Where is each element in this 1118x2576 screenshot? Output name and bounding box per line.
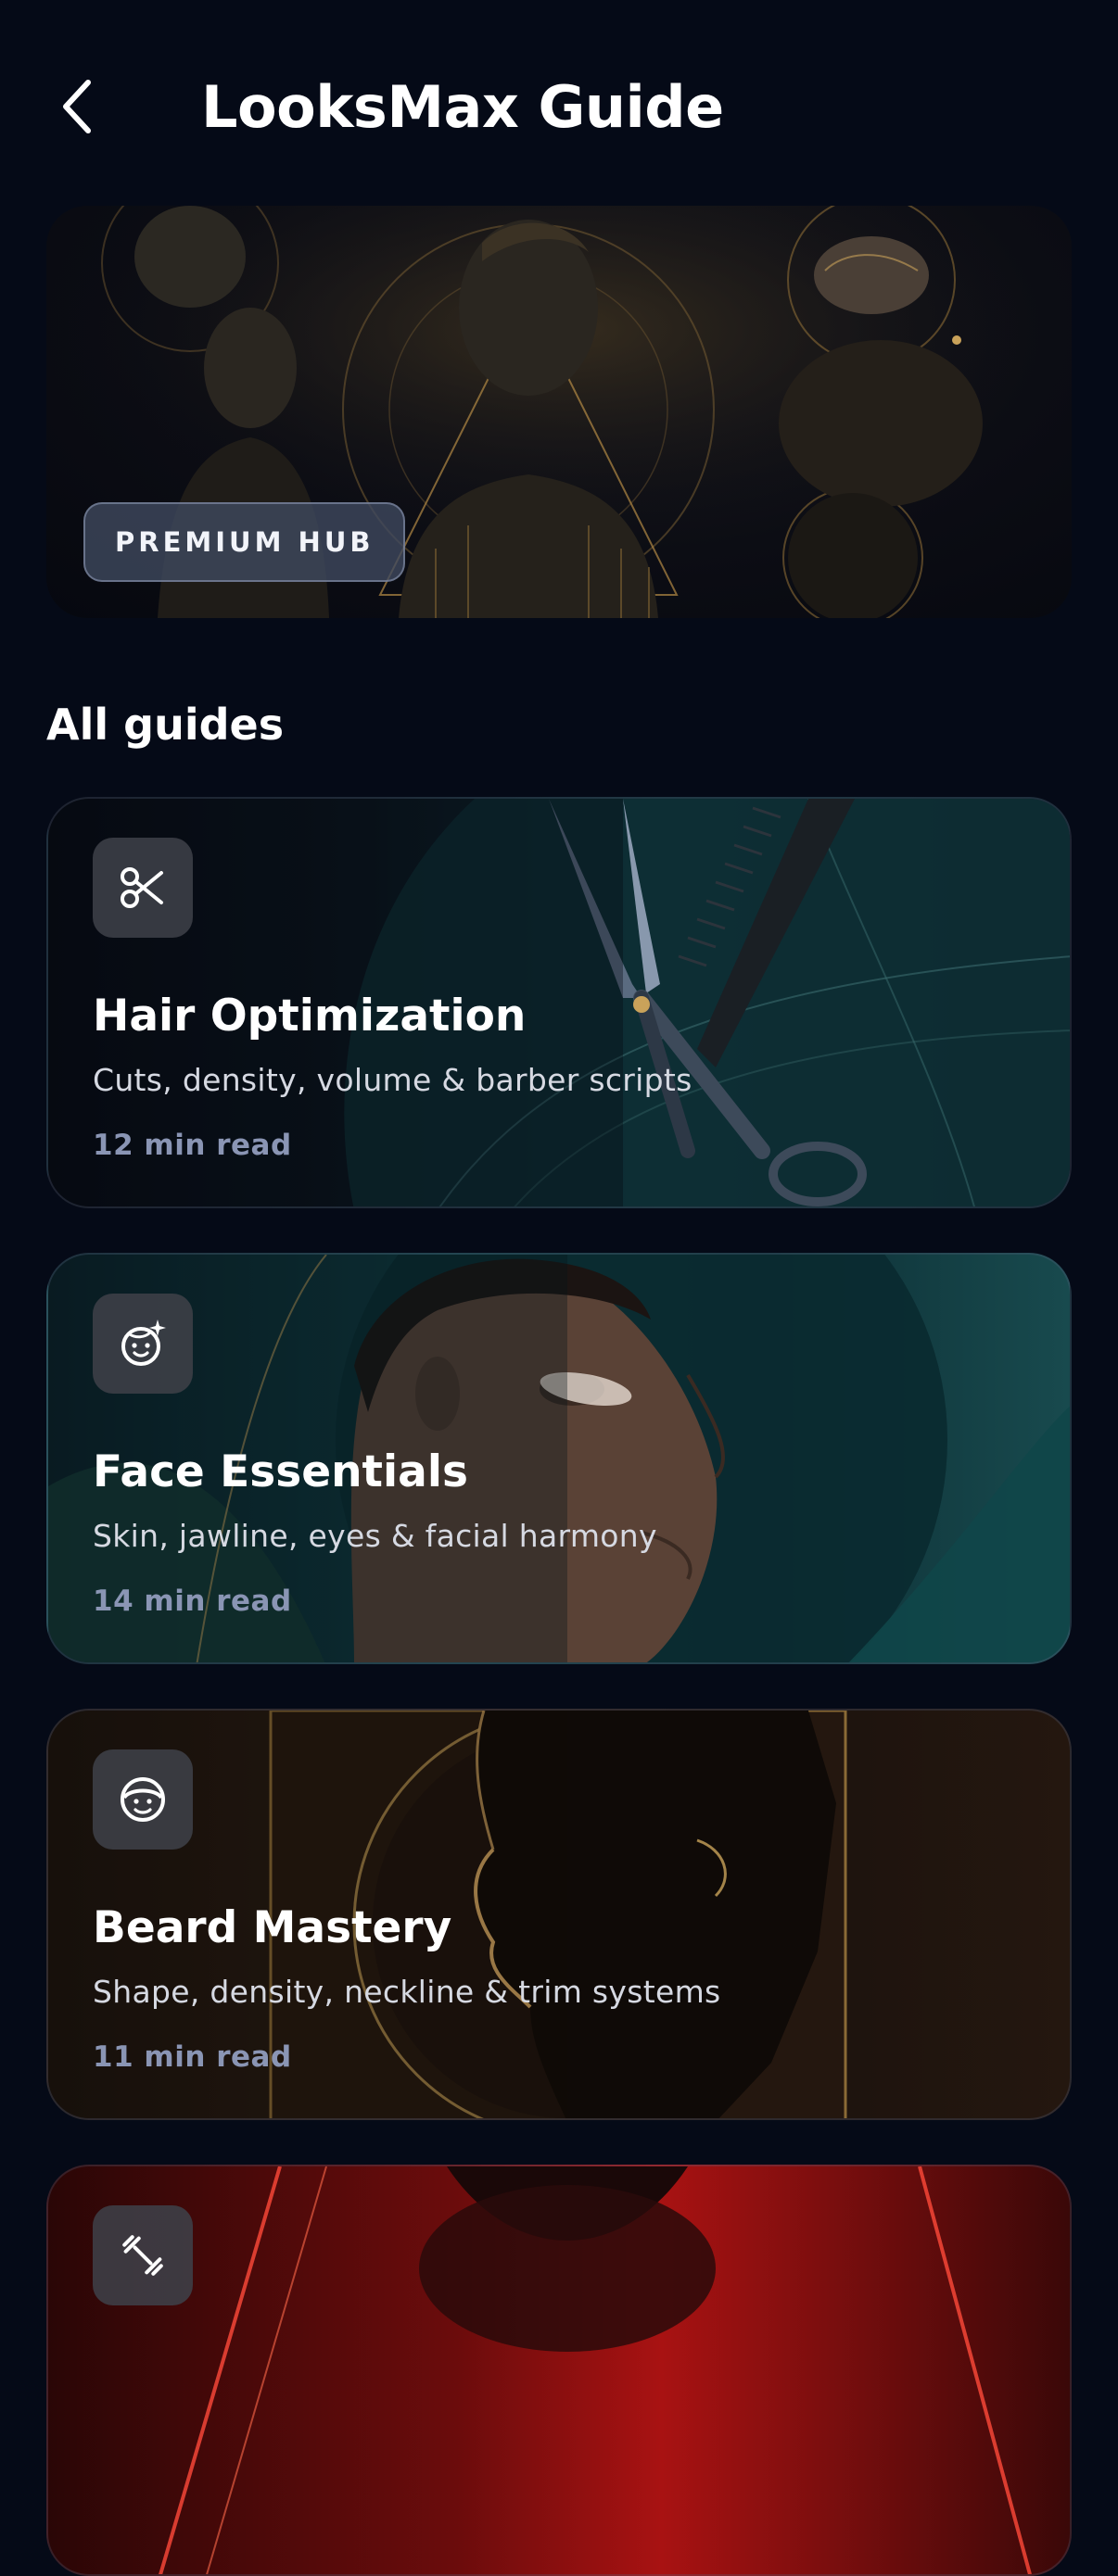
section-title: All guides [46,700,285,750]
guide-icon-container [93,838,193,938]
back-button[interactable] [44,65,109,148]
guide-description: Skin, jawline, eyes & facial harmony [93,1518,657,1554]
guide-card-beard-mastery[interactable]: Beard Mastery Shape, density, neckline &… [46,1709,1072,2120]
dumbbell-icon [122,2235,163,2276]
hero-banner: PREMIUM HUB [46,206,1072,618]
fitness-card-artwork [159,2166,1032,2574]
guide-card-face-essentials[interactable]: Face Essentials Skin, jawline, eyes & fa… [46,1253,1072,1664]
premium-hub-badge: PREMIUM HUB [83,502,406,582]
chevron-left-icon [63,80,91,133]
guide-description: Shape, density, neckline & trim systems [93,1974,721,2010]
face-icon [121,1777,165,1822]
guide-title: Hair Optimization [93,991,527,1042]
guide-icon-container [93,1749,193,1850]
guide-description: Cuts, density, volume & barber scripts [93,1062,692,1098]
guide-read-time: 12 min read [93,1129,292,1162]
guide-title: Beard Mastery [93,1902,452,1953]
guide-card-fitness[interactable] [46,2165,1072,2576]
face-sparkle-icon [121,1320,166,1366]
guide-read-time: 11 min read [93,2040,292,2074]
app-header: LooksMax Guide [0,0,1118,204]
guide-title: Face Essentials [93,1446,468,1497]
guide-read-time: 14 min read [93,1585,292,1618]
scissors-icon [121,867,163,908]
guide-icon-container [93,2205,193,2305]
guide-card-hair-optimization[interactable]: Hair Optimization Cuts, density, volume … [46,797,1072,1208]
page-title: LooksMax Guide [201,73,724,141]
guide-icon-container [93,1294,193,1394]
